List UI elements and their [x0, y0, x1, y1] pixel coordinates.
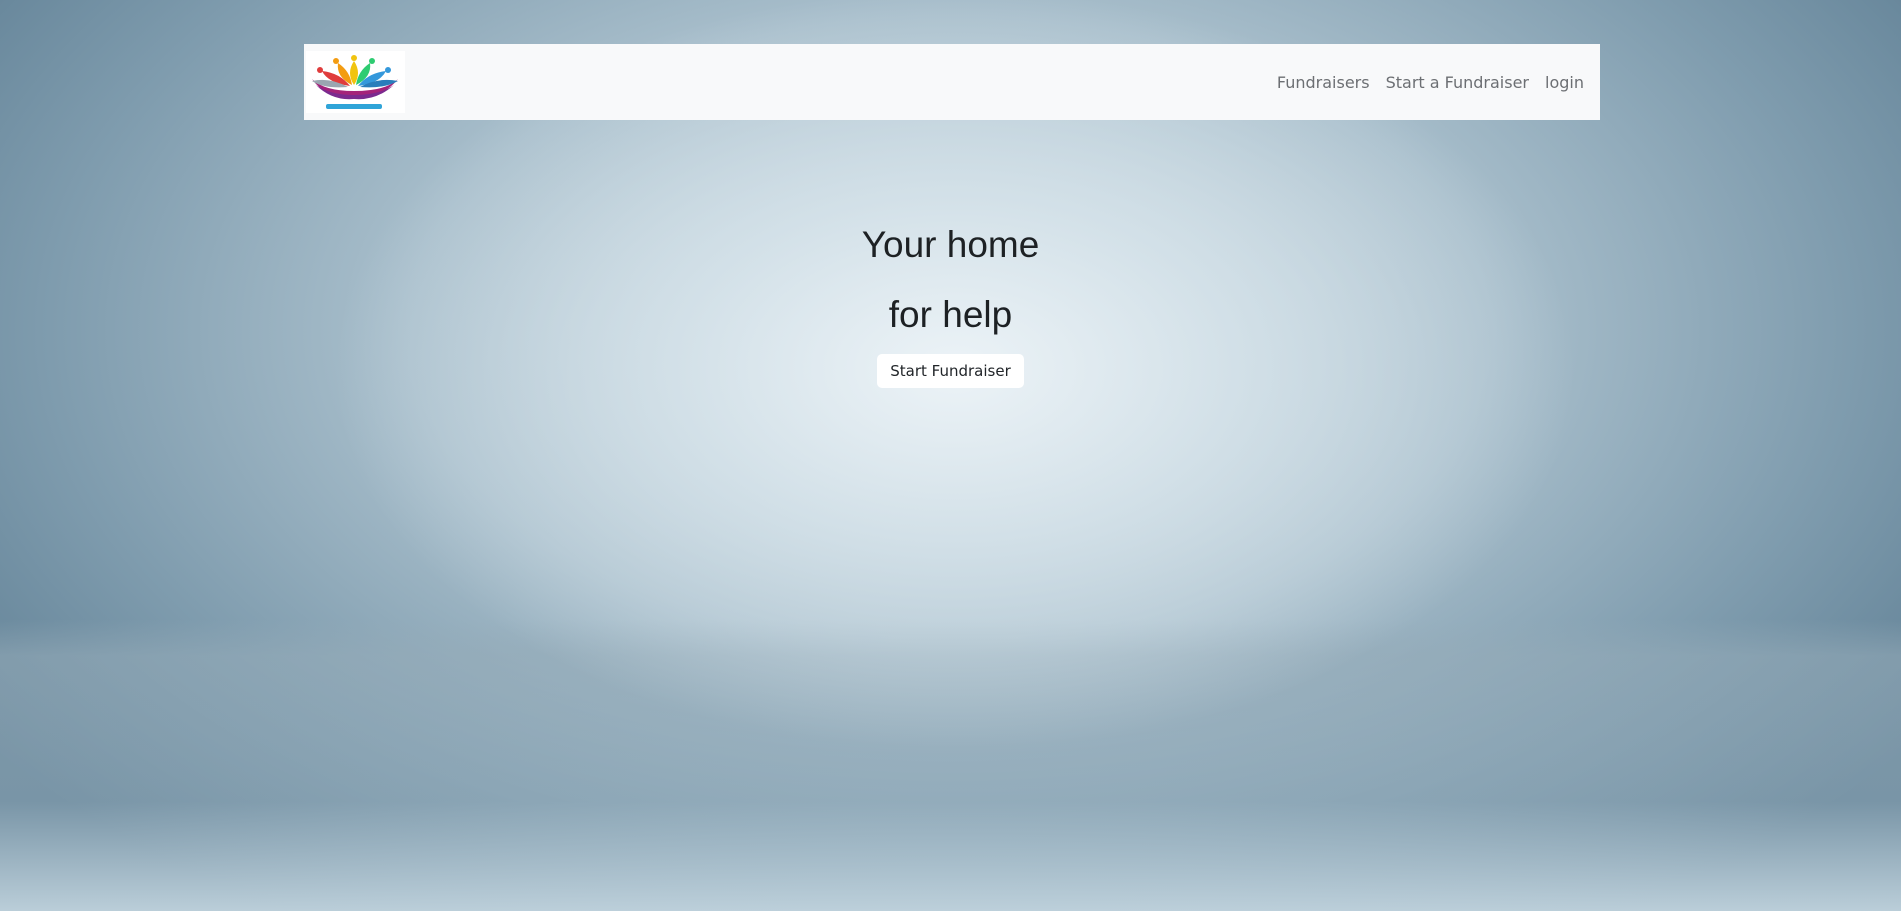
nav-link-fundraisers[interactable]: Fundraisers: [1269, 73, 1378, 92]
lotus-people-logo-icon: [312, 55, 398, 109]
nav-link-login[interactable]: login: [1537, 73, 1592, 92]
nav-links: Fundraisers Start a Fundraiser login: [1269, 73, 1592, 92]
brand-logo-link[interactable]: [306, 51, 405, 113]
hero: Your home for help Start Fundraiser: [0, 210, 1901, 388]
hero-title-line2: for help: [888, 294, 1013, 335]
navbar: Fundraisers Start a Fundraiser login: [304, 44, 1600, 120]
hero-title-line1: Your home: [861, 224, 1040, 265]
nav-link-start-fundraiser[interactable]: Start a Fundraiser: [1378, 73, 1537, 92]
start-fundraiser-button[interactable]: Start Fundraiser: [877, 354, 1024, 388]
